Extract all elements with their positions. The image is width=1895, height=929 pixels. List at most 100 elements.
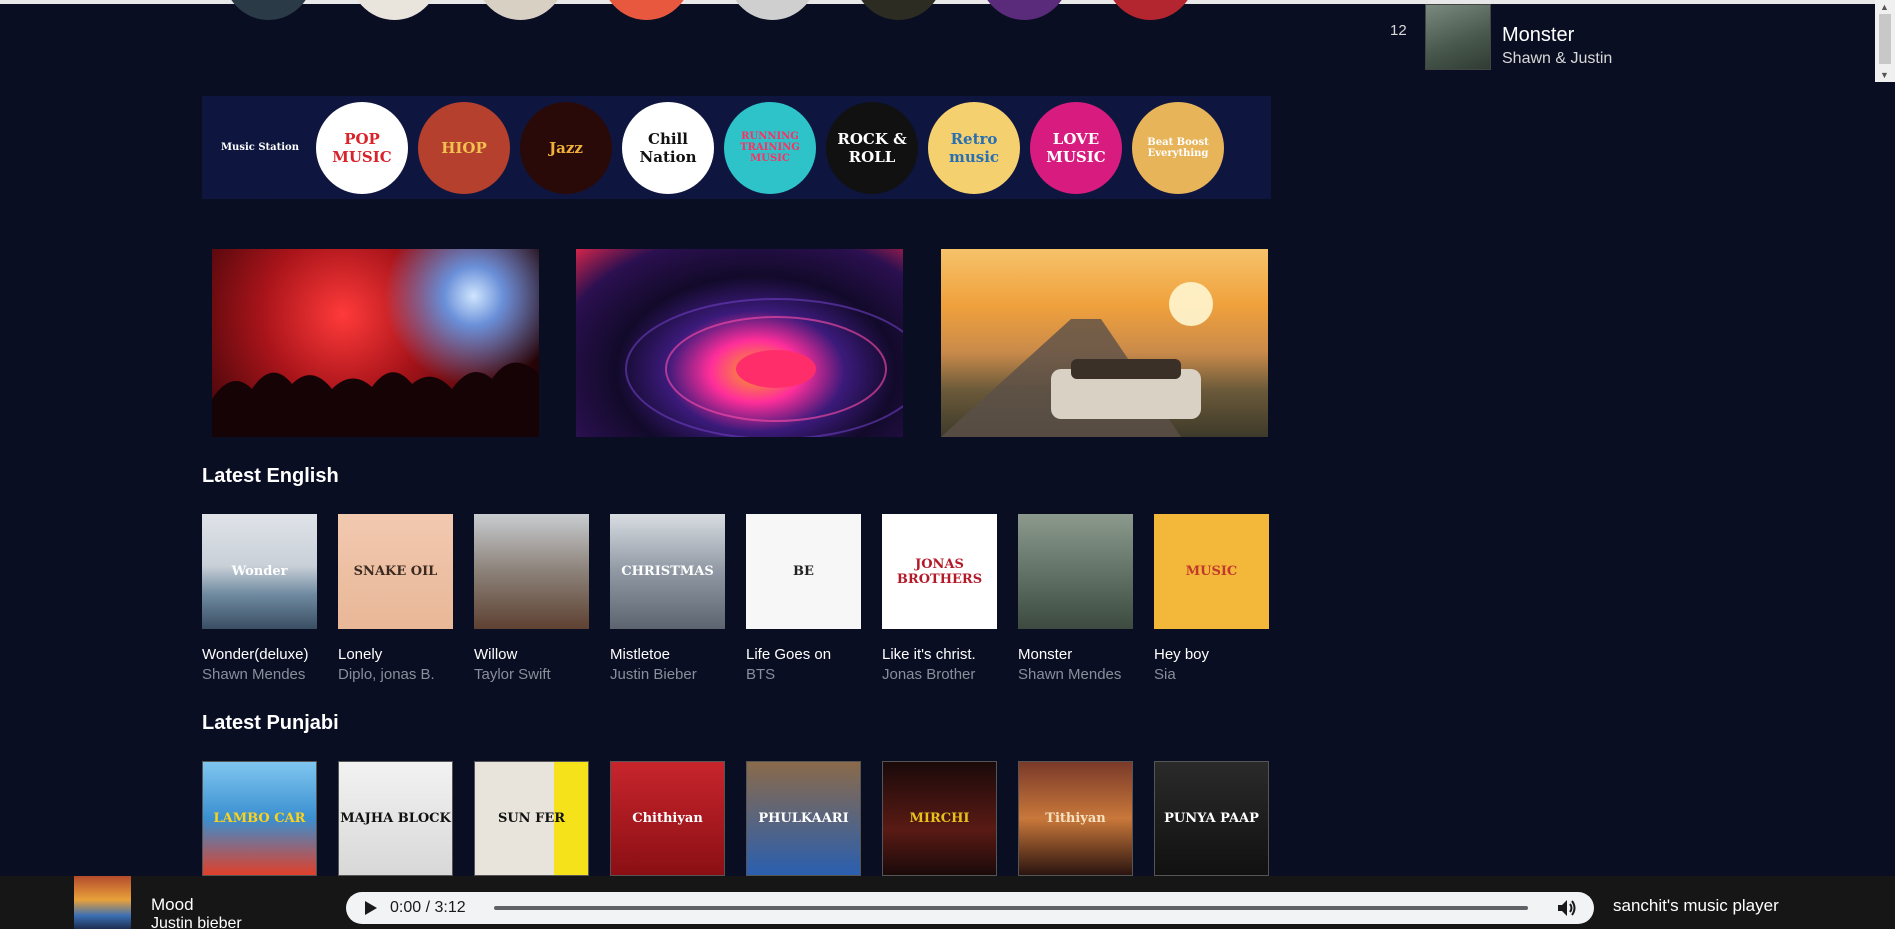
album-artist: Diplo, jonas B. [338, 666, 435, 683]
player-bar: Mood Justin bieber 0:00 / 3:12 sanchit's… [0, 876, 1895, 929]
now-playing-cover [74, 876, 131, 929]
album-card[interactable]: SUN FER [474, 761, 589, 876]
genre-banner: Music Station POP MUSIC HIOP Jazz Chill Nati… [202, 96, 1271, 199]
album-cover-text: PHULKAARI [758, 811, 849, 826]
album-title: Mistletoe [610, 646, 671, 663]
album-cover-text: Wonder [231, 564, 288, 579]
album-card[interactable]: PUNYA PAAP [1154, 761, 1269, 876]
section-title-english: Latest English [202, 465, 339, 487]
album-cover[interactable]: Chithiyan [610, 761, 725, 876]
queue-artist: Shawn & Justin [1502, 50, 1613, 67]
album-cover[interactable]: SNAKE OIL [338, 514, 453, 629]
album-cover[interactable] [1018, 514, 1133, 629]
album-artist: Taylor Swift [474, 666, 551, 683]
scrollbar-thumb[interactable] [1879, 14, 1891, 64]
album-artist: Jonas Brother [882, 666, 976, 683]
album-cover-text: CHRISTMAS [621, 564, 714, 579]
album-card[interactable]: MAJHA BLOCK [338, 761, 453, 876]
album-cover[interactable]: SUN FER [474, 761, 589, 876]
crowd-silhouette [212, 362, 539, 437]
audio-controls: 0:00 / 3:12 [346, 892, 1594, 924]
artist-avatar[interactable] [852, 0, 945, 20]
album-card[interactable]: SNAKE OIL Lonely Diplo, jonas B. [338, 514, 453, 683]
artist-avatar[interactable] [474, 0, 567, 20]
album-cover[interactable] [474, 514, 589, 629]
album-artist: Sia [1154, 666, 1176, 683]
vinyl-banner[interactable] [576, 249, 903, 437]
artist-avatar[interactable] [222, 0, 315, 20]
genre-logo[interactable]: LOVE MUSIC [1030, 101, 1122, 194]
queue-number: 12 [1390, 22, 1407, 39]
album-card[interactable]: Wonder Wonder(deluxe) Shawn Mendes [202, 514, 317, 683]
volume-icon[interactable] [1556, 897, 1578, 919]
album-cover[interactable]: CHRISTMAS [610, 514, 725, 629]
genre-logo[interactable]: Beat Boost Everything [1132, 101, 1224, 194]
album-cover[interactable]: PHULKAARI [746, 761, 861, 876]
album-artist: Justin Bieber [610, 666, 697, 683]
road-car [941, 282, 1213, 437]
album-title: Life Goes on [746, 646, 832, 663]
vinyl-record [625, 298, 903, 437]
album-artist: Shawn Mendes [202, 666, 306, 683]
album-card[interactable]: Monster Shawn Mendes [1018, 514, 1133, 683]
album-cover[interactable]: LAMBO CAR [202, 761, 317, 876]
concert-banner[interactable] [212, 249, 539, 437]
album-artist: BTS [746, 666, 776, 683]
album-card[interactable]: MIRCHI [882, 761, 997, 876]
album-card[interactable]: Willow Taylor Swift [474, 514, 589, 683]
roadtrip-banner[interactable] [941, 249, 1268, 437]
album-title: Like it's christ. [882, 646, 976, 663]
genre-logo[interactable]: RUNNING TRAINING MUSIC [724, 101, 816, 194]
album-card[interactable]: BE Life Goes on BTS [746, 514, 861, 683]
album-cover[interactable]: MAJHA BLOCK [338, 761, 453, 876]
album-cover-text: PUNYA PAAP [1164, 811, 1259, 826]
genre-logo[interactable]: Music Station [214, 101, 306, 194]
album-cover[interactable]: Wonder [202, 514, 317, 629]
album-card[interactable]: MUSIC Hey boy Sia [1154, 514, 1269, 683]
artist-avatar[interactable] [726, 0, 819, 20]
album-card[interactable]: CHRISTMAS Mistletoe Justin Bieber [610, 514, 725, 683]
album-cover[interactable]: BE [746, 514, 861, 629]
genre-logo[interactable]: ROCK & ROLL [826, 101, 918, 194]
queue-item[interactable]: 12 Monster Shawn & Justin [1390, 4, 1612, 70]
album-cover-text: MUSIC [1185, 564, 1238, 579]
album-cover[interactable]: Tithiyan [1018, 761, 1133, 876]
play-icon[interactable] [362, 899, 380, 917]
album-artist: Shawn Mendes [1018, 666, 1122, 683]
album-card[interactable]: LAMBO CAR [202, 761, 317, 876]
scroll-down-icon[interactable]: ▼ [1880, 70, 1889, 80]
album-cover[interactable]: MIRCHI [882, 761, 997, 876]
album-card[interactable]: JONAS BROTHERS Like it's christ. Jonas Bro… [882, 514, 997, 683]
album-cover-text: MIRCHI [909, 811, 970, 826]
artist-avatar[interactable] [348, 0, 441, 20]
album-cover[interactable]: JONAS BROTHERS [882, 514, 997, 629]
album-cover-text: Tithiyan [1045, 811, 1106, 826]
album-title: Wonder(deluxe) [202, 646, 309, 663]
album-cover-text: MAJHA BLOCK [340, 811, 451, 826]
album-card[interactable]: Tithiyan [1018, 761, 1133, 876]
album-title: Hey boy [1154, 646, 1210, 663]
scroll-up-icon[interactable]: ▲ [1880, 2, 1889, 12]
genre-logo[interactable]: Chill Nation [622, 101, 714, 194]
album-card[interactable]: PHULKAARI [746, 761, 861, 876]
album-title: Willow [474, 646, 518, 663]
section-title-punjabi: Latest Punjabi [202, 712, 339, 734]
album-cover-text: LAMBO CAR [213, 811, 306, 826]
artist-avatar[interactable] [978, 0, 1071, 20]
english-row: Wonder Wonder(deluxe) Shawn Mendes SNAKE OI… [202, 514, 1269, 683]
punjabi-row: LAMBO CAR MAJHA BLOCK SUN FER Chithiyan PHUL… [202, 761, 1269, 876]
genre-logo[interactable]: Jazz [520, 101, 612, 194]
artist-avatar[interactable] [600, 0, 693, 20]
album-cover[interactable]: MUSIC [1154, 514, 1269, 629]
album-cover[interactable]: PUNYA PAAP [1154, 761, 1269, 876]
album-cover-text: JONAS BROTHERS [896, 556, 983, 587]
album-cover-text: SNAKE OIL [353, 564, 438, 579]
scrollbar[interactable]: ▲ ▼ [1875, 0, 1895, 82]
progress-track[interactable] [494, 906, 1528, 910]
genre-logo[interactable]: Retro music [928, 101, 1020, 194]
genre-logo[interactable]: HIOP [418, 101, 510, 194]
album-card[interactable]: Chithiyan [610, 761, 725, 876]
genre-logo[interactable]: POP MUSIC [316, 101, 408, 194]
artist-row [222, 0, 1197, 20]
artist-avatar[interactable] [1104, 0, 1197, 20]
